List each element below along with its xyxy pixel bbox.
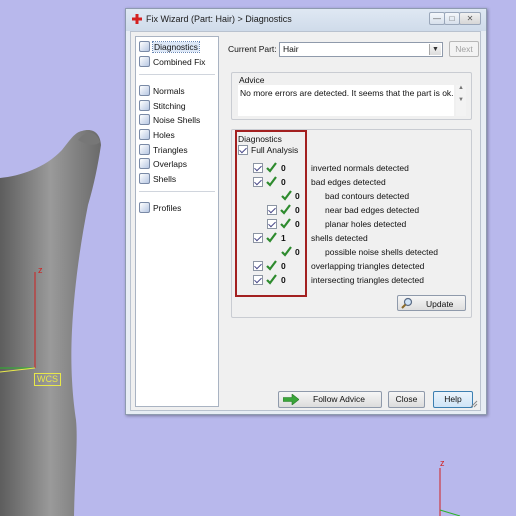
sidebar-item-label: Combined Fix: [153, 57, 206, 67]
bad-edges-checkbox[interactable]: [253, 177, 263, 187]
check-icon: [266, 162, 277, 173]
follow-advice-label: Follow Advice: [313, 394, 365, 404]
wcs-label: WCS: [34, 373, 61, 386]
window-title: Fix Wizard (Part: Hair) > Diagnostics: [146, 14, 292, 24]
stitching-icon: [139, 100, 150, 111]
combined-fix-icon: [139, 56, 150, 67]
sidebar-item-holes[interactable]: Holes: [139, 129, 175, 142]
noise-shells-label: possible noise shells detected: [325, 247, 438, 257]
resize-grip-icon[interactable]: [470, 400, 478, 408]
sidebar-divider: [139, 74, 215, 75]
inverted-normals-count: 0: [281, 163, 286, 173]
near-bad-edges-count: 0: [295, 205, 300, 215]
window-close-button[interactable]: ✕: [459, 12, 481, 25]
z-axis-label: z: [38, 265, 43, 275]
wizard-client-area: Diagnostics Combined Fix Normals Stitchi…: [130, 31, 481, 411]
check-icon: [281, 246, 292, 257]
intersecting-triangles-label: intersecting triangles detected: [311, 275, 424, 285]
sidebar-item-label: Stitching: [153, 101, 186, 111]
check-icon: [280, 218, 291, 229]
update-button-label: Update: [426, 299, 454, 309]
close-button[interactable]: Close: [388, 391, 425, 408]
sidebar-item-label: Holes: [153, 130, 175, 140]
sidebar-item-profiles[interactable]: Profiles: [139, 202, 181, 215]
sidebar-item-label: Profiles: [153, 203, 182, 213]
inverted-normals-label: inverted normals detected: [311, 163, 409, 173]
check-icon: [266, 232, 277, 243]
sidebar-divider: [139, 191, 215, 192]
magnifier-icon: [401, 297, 413, 309]
current-part-label: Current Part:: [228, 44, 277, 54]
advice-scrollbar[interactable]: ▲ ▼: [456, 85, 466, 116]
title-bar[interactable]: Fix Wizard (Part: Hair) > Diagnostics — …: [126, 9, 486, 31]
sidebar-item-label: Overlaps: [153, 159, 188, 169]
sidebar-item-shells[interactable]: Shells: [139, 173, 176, 186]
intersecting-triangles-checkbox[interactable]: [253, 275, 263, 285]
sidebar-item-stitching[interactable]: Stitching: [139, 100, 186, 113]
normals-icon: [139, 85, 150, 96]
arrow-right-icon: [283, 394, 299, 405]
help-button[interactable]: Help: [433, 391, 473, 408]
advice-group: Advice No more errors are detected. It s…: [231, 72, 472, 120]
current-part-value: Hair: [283, 44, 299, 54]
check-icon: [266, 176, 277, 187]
diagnostics-icon: [139, 41, 150, 52]
planar-holes-checkbox[interactable]: [267, 219, 277, 229]
sidebar-item-combined-fix[interactable]: Combined Fix: [139, 56, 205, 69]
full-analysis-label: Full Analysis: [251, 145, 299, 155]
inverted-normals-checkbox[interactable]: [253, 163, 263, 173]
minimize-button[interactable]: —: [429, 12, 445, 25]
sidebar-item-normals[interactable]: Normals: [139, 85, 185, 98]
overlapping-triangles-checkbox[interactable]: [253, 261, 263, 271]
sidebar-item-label: Diagnostics: [152, 41, 200, 53]
shells-label: shells detected: [311, 233, 368, 243]
full-analysis-checkbox[interactable]: [238, 145, 248, 155]
shells-count: 1: [281, 233, 286, 243]
sidebar-item-noise-shells[interactable]: Noise Shells: [139, 114, 200, 127]
overlapping-triangles-label: overlapping triangles detected: [311, 261, 425, 271]
diagnostics-title: Diagnostics: [238, 134, 282, 144]
bad-edges-count: 0: [281, 177, 286, 187]
chevron-down-icon: ▼: [429, 44, 441, 55]
bad-contours-label: bad contours detected: [325, 191, 410, 201]
sidebar-item-overlaps[interactable]: Overlaps: [139, 158, 187, 171]
update-button[interactable]: Update: [397, 295, 466, 311]
advice-title: Advice: [239, 75, 265, 85]
sidebar-item-diagnostics[interactable]: Diagnostics: [139, 41, 200, 54]
advice-text: No more errors are detected. It seems th…: [238, 85, 454, 116]
sidebar-item-label: Shells: [153, 174, 177, 184]
bad-edges-label: bad edges detected: [311, 177, 386, 187]
holes-icon: [139, 129, 150, 140]
planar-holes-count: 0: [295, 219, 300, 229]
check-icon: [266, 274, 277, 285]
wizard-sidebar: Diagnostics Combined Fix Normals Stitchi…: [135, 36, 219, 407]
noise-shells-count: 0: [295, 247, 300, 257]
check-icon: [280, 204, 291, 215]
overlaps-icon: [139, 158, 150, 169]
bad-contours-count: 0: [295, 191, 300, 201]
noise-shells-icon: [139, 114, 150, 125]
intersecting-triangles-count: 0: [281, 275, 286, 285]
overlapping-triangles-count: 0: [281, 261, 286, 271]
sidebar-item-label: Triangles: [153, 145, 188, 155]
follow-advice-button[interactable]: Follow Advice: [278, 391, 382, 408]
check-icon: [281, 190, 292, 201]
sidebar-item-label: Noise Shells: [153, 115, 201, 125]
near-bad-edges-label: near bad edges detected: [325, 205, 420, 215]
shells-icon: [139, 173, 150, 184]
z-axis-label-secondary: z: [440, 458, 445, 468]
near-bad-edges-checkbox[interactable]: [267, 205, 277, 215]
planar-holes-label: planar holes detected: [325, 219, 407, 229]
fix-wizard-window: Fix Wizard (Part: Hair) > Diagnostics — …: [125, 8, 487, 415]
triangles-icon: [139, 144, 150, 155]
app-cross-icon: [132, 14, 142, 24]
next-button[interactable]: Next: [449, 41, 479, 57]
check-icon: [266, 260, 277, 271]
maximize-button[interactable]: □: [444, 12, 460, 25]
profiles-icon: [139, 202, 150, 213]
sidebar-item-label: Normals: [153, 86, 185, 96]
sidebar-item-triangles[interactable]: Triangles: [139, 144, 188, 157]
shells-checkbox[interactable]: [253, 233, 263, 243]
current-part-select[interactable]: Hair ▼: [279, 42, 443, 57]
